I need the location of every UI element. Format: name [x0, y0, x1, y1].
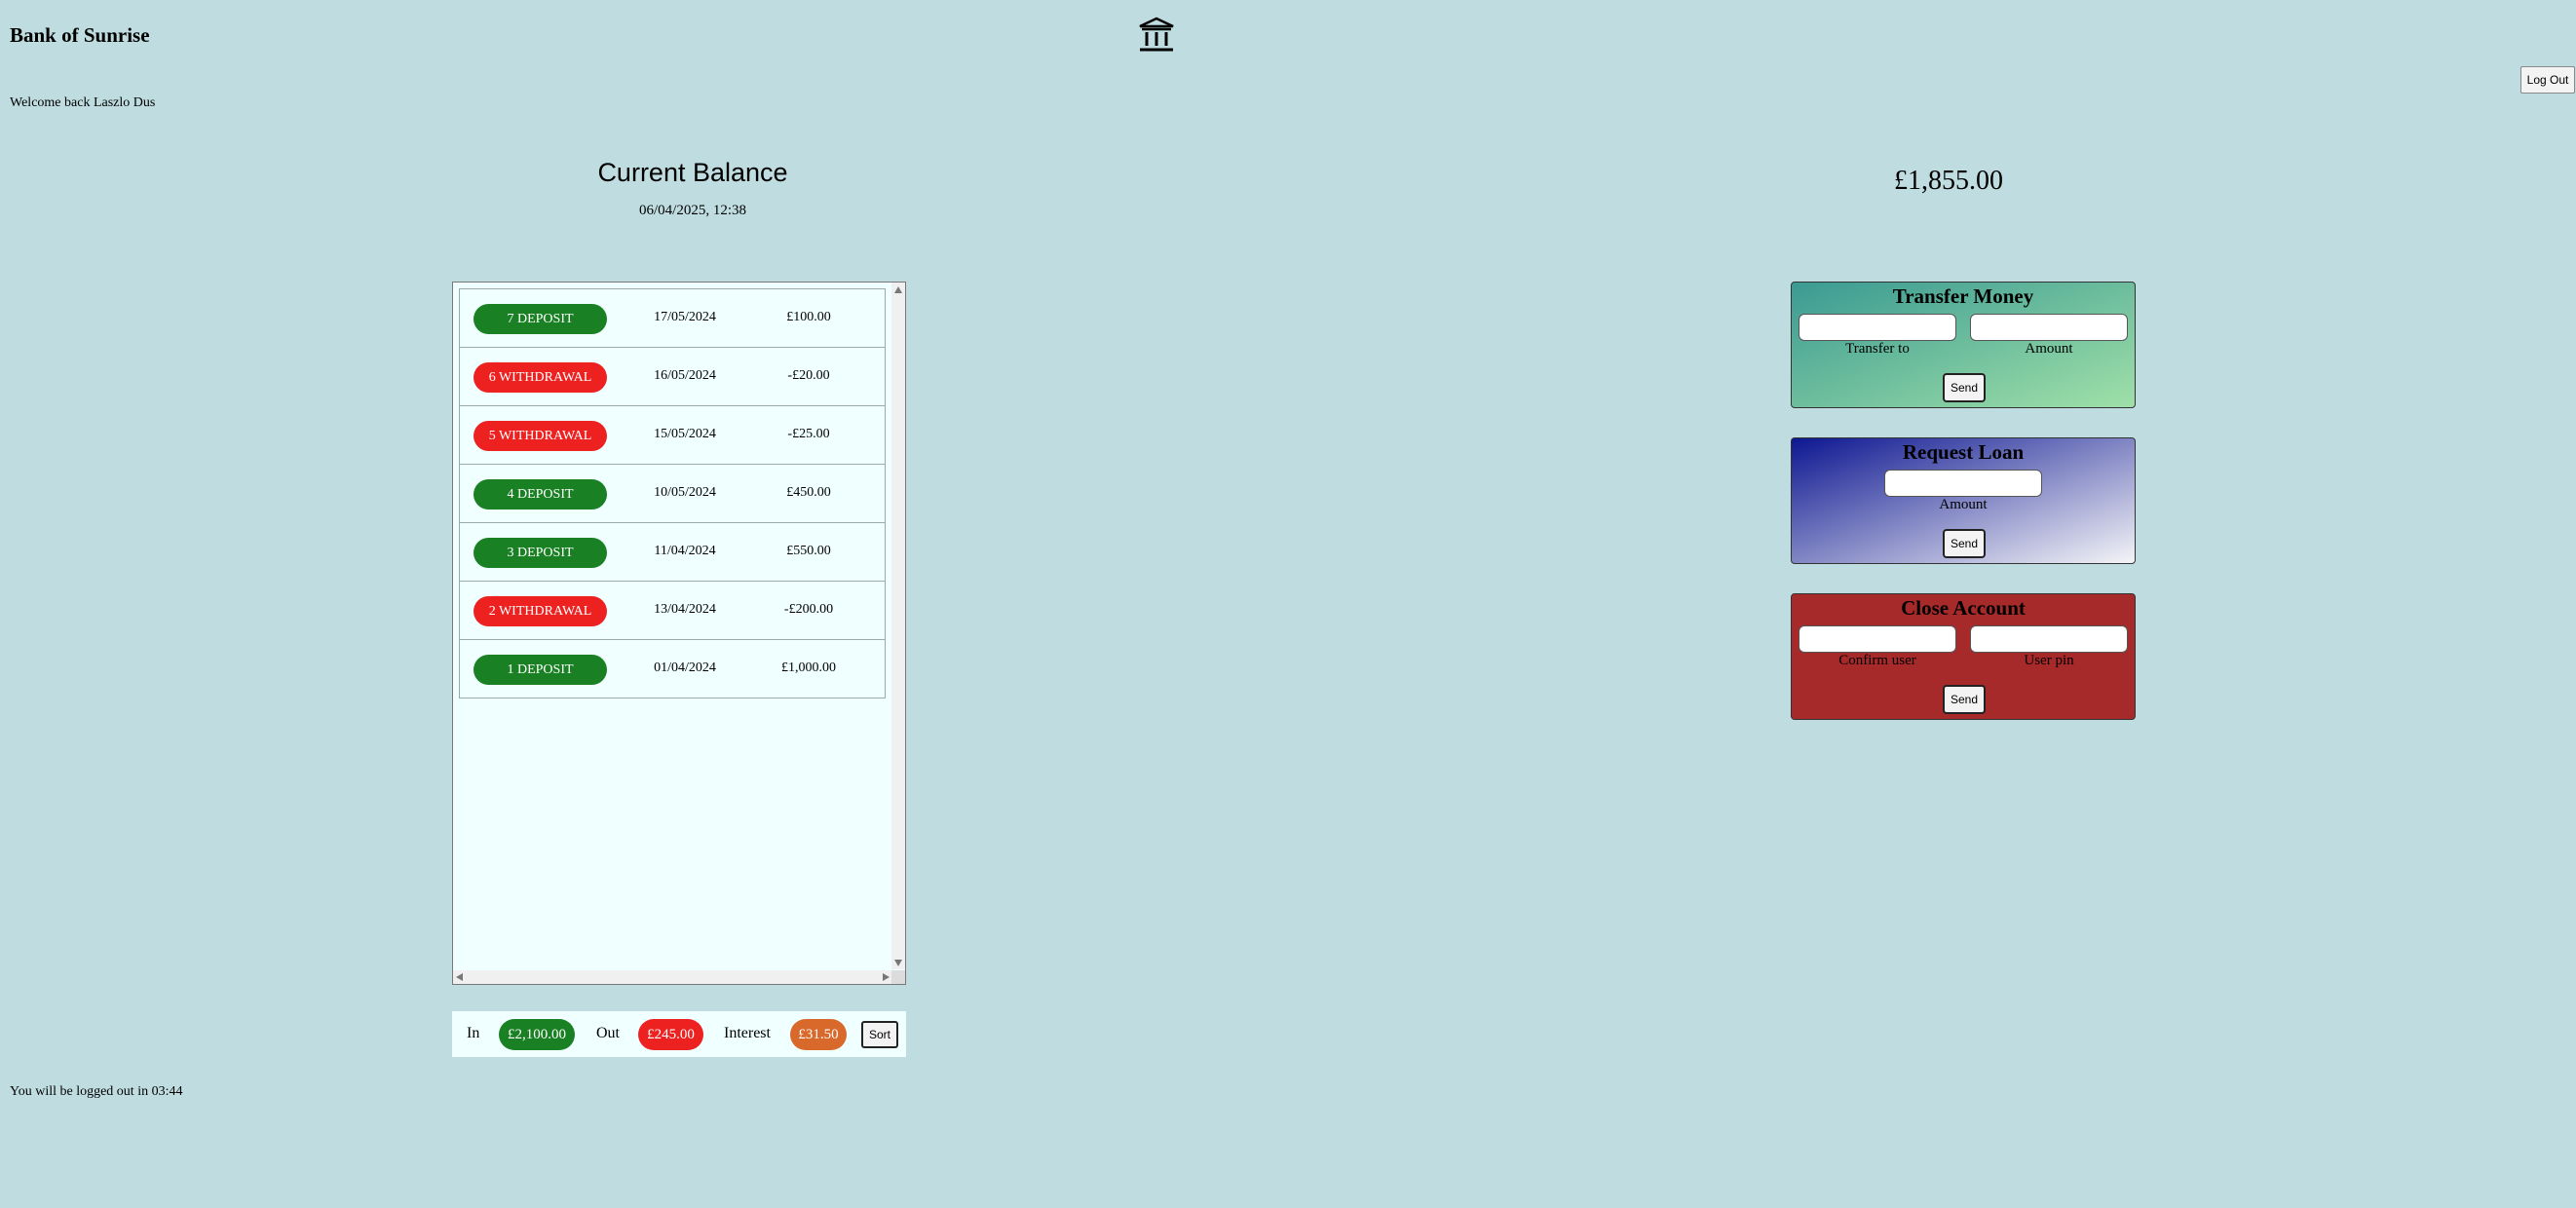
- scroll-up-arrow-icon[interactable]: [894, 286, 902, 293]
- movement-row: 1 DEPOSIT 01/04/2024 £1,000.00: [459, 639, 886, 698]
- transfer-send-button[interactable]: Send: [1943, 373, 1986, 402]
- balance-title: Current Balance: [597, 158, 788, 187]
- summary-in-label: In: [467, 1025, 480, 1041]
- summary-interest-label: Interest: [724, 1025, 771, 1041]
- user-pin-input[interactable]: [1970, 625, 2128, 653]
- balance-date: 06/04/2025, 12:38: [638, 203, 746, 218]
- movement-value: £1,000.00: [781, 661, 836, 675]
- movement-row: 2 WITHDRAWAL 13/04/2024 -£200.00: [459, 581, 886, 639]
- horizontal-scrollbar[interactable]: [453, 970, 893, 984]
- loan-amount-input[interactable]: [1884, 470, 2042, 497]
- bank-building-icon: [1139, 17, 1174, 52]
- loan-title: Request Loan: [1902, 440, 2025, 464]
- movement-row: 3 DEPOSIT 11/04/2024 £550.00: [459, 522, 886, 581]
- loan-amount-label: Amount: [1939, 497, 1988, 512]
- movement-date: 15/05/2024: [654, 427, 716, 441]
- movement-type-badge: 5 WITHDRAWAL: [474, 421, 607, 451]
- close-title: Close Account: [1901, 596, 2026, 620]
- confirm-user-label: Confirm user: [1838, 653, 1916, 668]
- movement-value: £100.00: [786, 310, 831, 324]
- user-pin-label: User pin: [2024, 653, 2074, 668]
- movement-value: -£200.00: [783, 602, 834, 617]
- request-loan-panel: Request Loan Amount Send: [1791, 437, 2136, 564]
- confirm-user-input[interactable]: [1799, 625, 1956, 653]
- movement-type-badge: 3 DEPOSIT: [474, 538, 607, 568]
- logout-timer: You will be logged out in 03:44: [10, 1084, 183, 1099]
- movement-row: 6 WITHDRAWAL 16/05/2024 -£20.00: [459, 347, 886, 405]
- vertical-scrollbar[interactable]: [891, 283, 905, 969]
- movement-value: -£20.00: [787, 368, 830, 383]
- movement-type-badge: 2 WITHDRAWAL: [474, 596, 607, 626]
- transfer-to-label: Transfer to: [1845, 341, 1910, 357]
- transfer-amount-input[interactable]: [1970, 314, 2128, 341]
- loan-send-button[interactable]: Send: [1943, 529, 1986, 558]
- movement-value: £450.00: [786, 485, 831, 500]
- summary-interest-value: £31.50: [790, 1019, 847, 1050]
- app-title: Bank of Sunrise: [10, 23, 150, 47]
- sort-button[interactable]: Sort: [861, 1021, 898, 1048]
- transfer-title: Transfer Money: [1892, 284, 2034, 308]
- movement-date: 17/05/2024: [654, 310, 716, 324]
- movement-type-badge: 4 DEPOSIT: [474, 479, 607, 510]
- close-send-button[interactable]: Send: [1943, 685, 1986, 714]
- movement-type-badge: 7 DEPOSIT: [474, 304, 607, 334]
- transfer-money-panel: Transfer Money Transfer to Amount Send: [1791, 282, 2136, 408]
- movement-date: 16/05/2024: [654, 368, 716, 383]
- movement-type-badge: 6 WITHDRAWAL: [474, 362, 607, 393]
- movement-type-badge: 1 DEPOSIT: [474, 655, 607, 685]
- movement-date: 10/05/2024: [654, 485, 716, 500]
- scroll-right-arrow-icon[interactable]: [883, 973, 890, 981]
- movement-date: 11/04/2024: [654, 544, 716, 558]
- summary-in-value: £2,100.00: [499, 1019, 575, 1050]
- movement-value: £550.00: [786, 544, 831, 558]
- movements-list[interactable]: 7 DEPOSIT 17/05/2024 £100.00 6 WITHDRAWAL 16…: [452, 282, 906, 985]
- summary-bar: In £2,100.00 Out £245.00 Interest £31.50…: [452, 1011, 906, 1057]
- movement-value: -£25.00: [787, 427, 830, 441]
- transfer-to-input[interactable]: [1799, 314, 1956, 341]
- welcome-message: Welcome back Laszlo Dus: [10, 95, 156, 110]
- summary-out-label: Out: [596, 1025, 620, 1041]
- logout-button[interactable]: Log Out: [2520, 66, 2575, 94]
- summary-out-value: £245.00: [638, 1019, 703, 1050]
- movement-row: 4 DEPOSIT 10/05/2024 £450.00: [459, 464, 886, 522]
- transfer-amount-label: Amount: [2025, 341, 2073, 357]
- movement-date: 01/04/2024: [654, 661, 716, 675]
- close-account-panel: Close Account Confirm user User pin Send: [1791, 593, 2136, 720]
- scroll-left-arrow-icon[interactable]: [456, 973, 463, 981]
- movement-row: 7 DEPOSIT 17/05/2024 £100.00: [459, 288, 886, 347]
- scroll-down-arrow-icon[interactable]: [894, 960, 902, 966]
- movement-date: 13/04/2024: [654, 602, 716, 617]
- movement-row: 5 WITHDRAWAL 15/05/2024 -£25.00: [459, 405, 886, 464]
- scroll-corner: [891, 970, 905, 984]
- balance-amount: £1,855.00: [1894, 166, 2003, 196]
